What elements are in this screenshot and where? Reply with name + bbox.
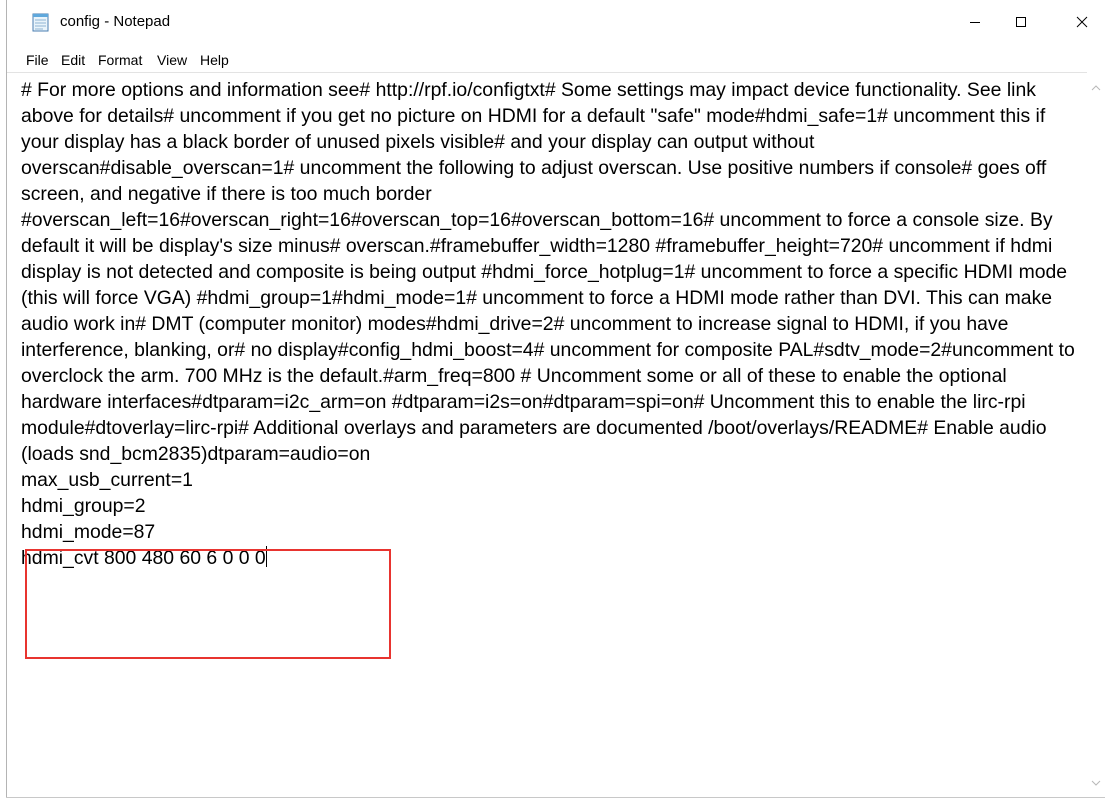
title-bar[interactable]: config - Notepad xyxy=(7,0,1105,48)
menu-edit[interactable]: Edit xyxy=(61,52,85,68)
vertical-scrollbar[interactable] xyxy=(1087,72,1105,797)
menu-file[interactable]: File xyxy=(26,52,49,68)
editor-content: # For more options and information see# … xyxy=(21,79,1075,569)
menu-view[interactable]: View xyxy=(157,52,187,68)
notepad-window: config - Notepad File Edit Format View H… xyxy=(0,0,1105,798)
scroll-up-arrow-icon[interactable] xyxy=(1091,78,1101,96)
maximize-button[interactable] xyxy=(998,0,1044,48)
close-icon xyxy=(1076,15,1088,33)
scroll-down-arrow-icon[interactable] xyxy=(1091,773,1101,791)
highlight-box xyxy=(25,549,391,659)
text-editor[interactable]: # For more options and information see# … xyxy=(7,72,1087,798)
close-button[interactable] xyxy=(1059,0,1105,48)
minimize-button[interactable] xyxy=(952,0,998,48)
window-title: config - Notepad xyxy=(60,13,171,30)
minimize-icon xyxy=(969,15,981,33)
menu-bar: File Edit Format View Help xyxy=(7,48,1105,72)
maximize-icon xyxy=(1015,15,1027,33)
menu-format[interactable]: Format xyxy=(98,52,142,68)
menu-help[interactable]: Help xyxy=(200,52,229,68)
editor-text[interactable]: # For more options and information see# … xyxy=(21,77,1085,571)
notepad-icon xyxy=(31,12,51,32)
